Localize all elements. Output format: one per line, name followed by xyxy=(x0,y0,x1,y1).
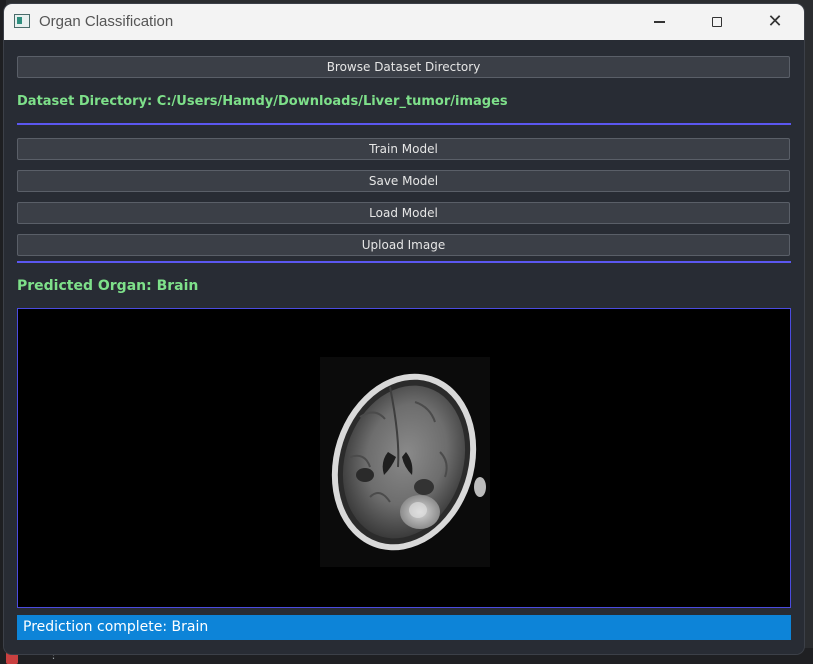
load-model-button[interactable]: Load Model xyxy=(17,202,790,224)
predicted-organ-label: Predicted Organ: Brain xyxy=(17,278,199,294)
image-preview-panel xyxy=(17,308,791,608)
title-bar[interactable]: Organ Classification ✕ xyxy=(4,4,804,40)
upload-image-button[interactable]: Upload Image xyxy=(17,234,790,256)
maximize-icon xyxy=(712,17,722,27)
save-model-button[interactable]: Save Model xyxy=(17,170,790,192)
main-content: Browse Dataset Directory Dataset Directo… xyxy=(4,40,804,654)
browse-dataset-button[interactable]: Browse Dataset Directory xyxy=(17,56,790,78)
close-button[interactable]: ✕ xyxy=(746,4,804,40)
mri-brain-image xyxy=(320,357,490,567)
app-window-icon xyxy=(14,14,30,28)
minimize-icon xyxy=(653,21,665,23)
minimize-button[interactable] xyxy=(630,4,688,40)
divider-bottom xyxy=(17,261,791,263)
maximize-button[interactable] xyxy=(688,4,746,40)
close-icon: ✕ xyxy=(767,11,783,32)
divider-top xyxy=(17,123,791,125)
status-bar: Prediction complete: Brain xyxy=(17,615,791,640)
dataset-directory-label: Dataset Directory: C:/Users/Hamdy/Downlo… xyxy=(17,94,508,109)
app-window: Organ Classification ✕ Browse Dataset Di… xyxy=(4,4,804,654)
train-model-button[interactable]: Train Model xyxy=(17,138,790,160)
window-title: Organ Classification xyxy=(39,13,174,30)
